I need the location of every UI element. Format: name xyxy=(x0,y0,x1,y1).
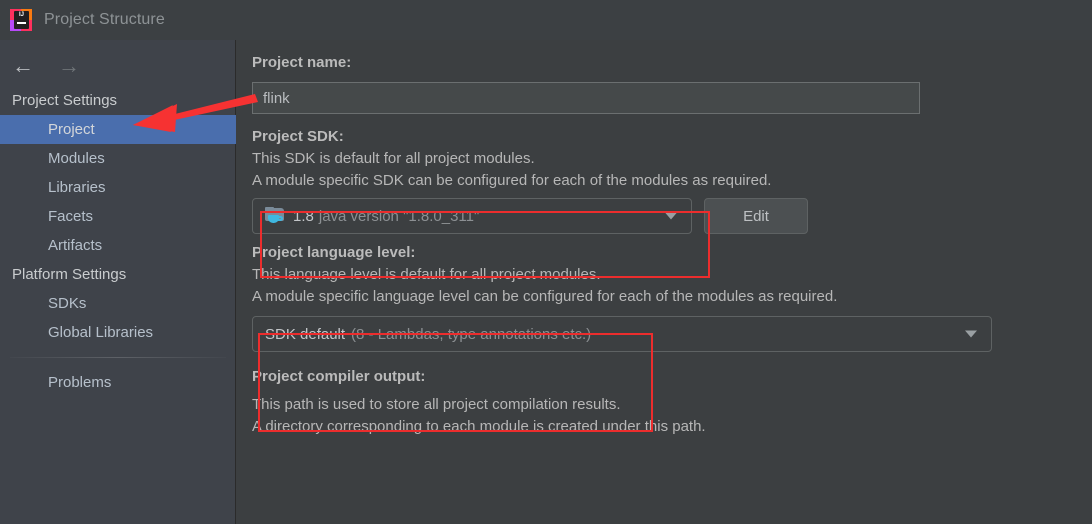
project-compiler-output-description-line-1: This path is used to store all project c… xyxy=(252,396,621,413)
sidebar-item-modules[interactable]: Modules xyxy=(0,144,236,173)
settings-nav-list: Project Settings Project Modules Librari… xyxy=(0,86,236,397)
project-sdk-label: Project SDK: xyxy=(252,128,344,145)
sidebar-divider xyxy=(10,357,226,358)
arrow-left-icon[interactable]: ← xyxy=(10,53,36,79)
project-language-level-value: SDK default xyxy=(265,325,346,343)
project-compiler-output-label: Project compiler output: xyxy=(252,368,426,385)
project-name-label: Project name: xyxy=(252,54,352,71)
project-language-level-dropdown[interactable]: SDK default (8 - Lambdas, type annotatio… xyxy=(252,316,992,352)
project-sdk-detail: java version "1.8.0_311" xyxy=(318,207,480,225)
chevron-down-icon xyxy=(665,212,677,220)
project-sdk-row: 1.8 java version "1.8.0_311" Edit xyxy=(252,198,1068,234)
sidebar-group-platform-settings: Platform Settings xyxy=(12,266,127,283)
sidebar-item-global-libraries[interactable]: Global Libraries xyxy=(0,318,236,347)
project-language-level-description-line-2: A module specific language level can be … xyxy=(252,288,838,305)
project-compiler-output-description-line-2: A directory corresponding to each module… xyxy=(252,418,706,435)
intellij-idea-logo-icon: IJ xyxy=(10,9,32,31)
project-language-level-description-line-1: This language level is default for all p… xyxy=(252,266,601,283)
project-sdk-value: 1.8 xyxy=(293,207,314,225)
navigation-buttons: ← → xyxy=(0,48,236,84)
project-language-level-label: Project language level: xyxy=(252,244,416,261)
logo-letters: IJ xyxy=(18,12,24,18)
sidebar-item-sdks[interactable]: SDKs xyxy=(0,289,236,318)
project-sdk-description-line-1: This SDK is default for all project modu… xyxy=(252,150,535,167)
project-sdk-dropdown[interactable]: 1.8 java version "1.8.0_311" xyxy=(252,198,692,234)
sidebar-group-project-settings: Project Settings xyxy=(12,92,118,109)
sidebar-item-facets[interactable]: Facets xyxy=(0,202,236,231)
sidebar-item-problems[interactable]: Problems xyxy=(0,368,236,397)
sidebar-item-project[interactable]: Project xyxy=(0,115,236,144)
project-structure-dialog: IJ Project Structure ← → Project Setting… xyxy=(0,0,1092,524)
sidebar-item-artifacts[interactable]: Artifacts xyxy=(0,231,236,260)
edit-sdk-button[interactable]: Edit xyxy=(704,198,808,234)
window-titlebar: IJ Project Structure xyxy=(0,0,1092,40)
project-settings-panel: Project name: flink Project SDK: This SD… xyxy=(236,40,1092,524)
arrow-right-icon[interactable]: → xyxy=(56,53,82,79)
sidebar-item-libraries[interactable]: Libraries xyxy=(0,173,236,202)
project-language-level-detail: (8 - Lambdas, type annotations etc.) xyxy=(351,325,592,343)
java-sdk-folder-icon xyxy=(265,207,285,225)
window-title: Project Structure xyxy=(44,11,165,28)
settings-sidebar: ← → Project Settings Project Modules Lib… xyxy=(0,40,236,524)
chevron-down-icon xyxy=(965,330,977,338)
project-name-input[interactable]: flink xyxy=(252,82,920,114)
project-sdk-description-line-2: A module specific SDK can be configured … xyxy=(252,172,772,189)
